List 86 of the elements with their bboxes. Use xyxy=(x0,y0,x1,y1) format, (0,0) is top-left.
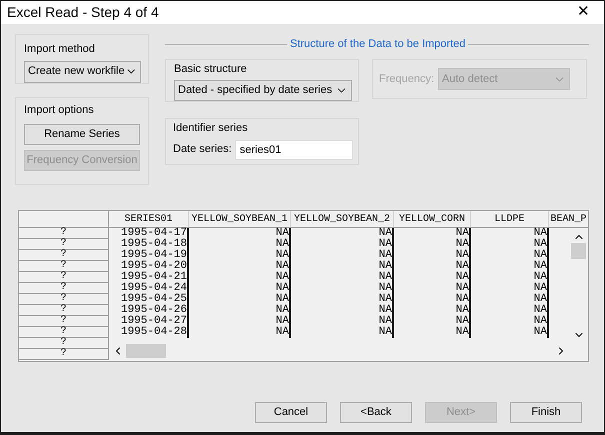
table-cell: NA xyxy=(394,250,471,261)
table-cell: NA xyxy=(471,283,549,294)
table-cell: NA xyxy=(471,239,549,250)
row-header: ? xyxy=(19,283,109,294)
table-cell: NA xyxy=(189,228,291,239)
table-cell: 1995-04-17 xyxy=(109,228,189,239)
dropdown[interactable]: Dated - specified by date series xyxy=(174,80,352,101)
table-cell: NA xyxy=(291,272,394,283)
row-header: ? xyxy=(19,261,109,272)
table-cell: NA xyxy=(291,239,394,250)
scroll-thumb[interactable] xyxy=(571,243,586,259)
table-cell: NA xyxy=(471,250,549,261)
window-title: Excel Read - Step 4 of 4 xyxy=(7,3,159,22)
row-header: ? xyxy=(19,228,109,239)
table-cell: NA xyxy=(291,294,394,305)
table-cell: NA xyxy=(291,316,394,327)
row-header: ? xyxy=(19,294,109,305)
table-cell: NA xyxy=(394,228,471,239)
table-cell: NA xyxy=(394,294,471,305)
table-cell: NA xyxy=(394,327,471,338)
table-cell: NA xyxy=(189,294,291,305)
column-header: YELLOW_CORN xyxy=(394,211,471,227)
table-cell: NA xyxy=(394,283,471,294)
table-cell: 1995-04-20 xyxy=(109,261,189,272)
column-header: YELLOW_SOYBEAN_2 xyxy=(291,211,394,227)
table-cell: NA xyxy=(189,316,291,327)
scroll-thumb[interactable] xyxy=(126,344,166,358)
dialog-button[interactable]: Finish xyxy=(510,402,582,423)
frequency-label: Frequency: xyxy=(379,72,434,87)
table-cell: NA xyxy=(189,250,291,261)
dialog-button[interactable]: Rename Series xyxy=(24,124,140,144)
table-cell: NA xyxy=(189,272,291,283)
table-cell: NA xyxy=(291,327,394,338)
column-header: BEAN_P xyxy=(549,211,588,227)
table-cell: NA xyxy=(471,327,549,338)
group-label: Import method xyxy=(24,42,96,57)
table-cell: NA xyxy=(189,283,291,294)
table-cell: NA xyxy=(394,305,471,316)
dropdown[interactable]: Create new workfile xyxy=(24,60,141,82)
table-cell: NA xyxy=(394,261,471,272)
dialog-button[interactable]: Cancel xyxy=(255,402,327,423)
table-cell: NA xyxy=(291,261,394,272)
table-cell: NA xyxy=(394,272,471,283)
column-header: YELLOW_SOYBEAN_1 xyxy=(189,211,291,227)
table-cell: 1995-04-19 xyxy=(109,250,189,261)
table-cell: NA xyxy=(189,305,291,316)
table-cell: 1995-04-25 xyxy=(109,294,189,305)
table-cell: NA xyxy=(394,316,471,327)
table-cell: NA xyxy=(471,316,549,327)
table-cell: NA xyxy=(471,228,549,239)
table-cell: NA xyxy=(291,283,394,294)
column-header: LLDPE xyxy=(471,211,549,227)
table-cell: NA xyxy=(189,239,291,250)
table-cell: NA xyxy=(471,272,549,283)
date-series-field[interactable]: series01 xyxy=(234,140,353,160)
table-cell: NA xyxy=(394,239,471,250)
table-cell: NA xyxy=(291,305,394,316)
table-cell: 1995-04-18 xyxy=(109,239,189,250)
table-cell: NA xyxy=(189,261,291,272)
table-cell: NA xyxy=(189,327,291,338)
row-header: ? xyxy=(19,338,109,349)
group-label: Basic structure xyxy=(174,62,248,77)
table-cell: 1995-04-28 xyxy=(109,327,189,338)
table-cell: 1995-04-26 xyxy=(109,305,189,316)
column-header: SERIES01 xyxy=(109,211,189,227)
row-header: ? xyxy=(19,250,109,261)
field-label: Date series: xyxy=(173,142,232,158)
row-header: ? xyxy=(19,305,109,316)
row-header: ? xyxy=(19,239,109,250)
dialog-button[interactable]: <Back xyxy=(340,402,412,423)
group-label: Import options xyxy=(24,103,95,118)
table-cell: NA xyxy=(291,228,394,239)
table-cell: NA xyxy=(471,305,549,316)
section-title: Structure of the Data to be Imported xyxy=(289,36,466,52)
group-label: Identifier series xyxy=(173,121,249,136)
row-header: ? xyxy=(19,272,109,283)
table-cell: 1995-04-27 xyxy=(109,316,189,327)
row-header: ? xyxy=(19,327,109,338)
table-cell: NA xyxy=(471,294,549,305)
table-cell: 1995-04-24 xyxy=(109,283,189,294)
row-header: ? xyxy=(19,316,109,327)
table-cell: NA xyxy=(291,250,394,261)
close-button[interactable]: ✕ xyxy=(569,1,598,24)
table-cell: 1995-04-21 xyxy=(109,272,189,283)
table-cell: NA xyxy=(471,261,549,272)
row-header: ? xyxy=(19,349,109,360)
